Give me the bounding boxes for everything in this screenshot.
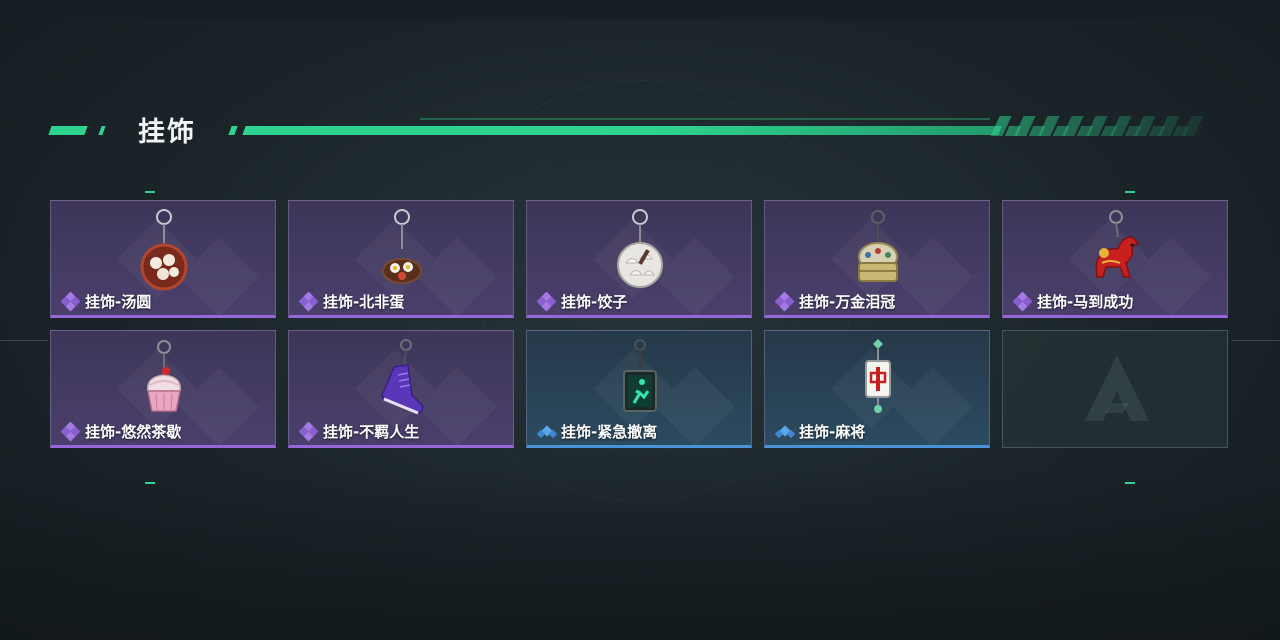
card-label: 挂饰-饺子: [537, 291, 627, 312]
background-shade: [0, 470, 1280, 640]
header-accent-tick: [98, 126, 106, 135]
charm-name: 挂饰-北非蛋: [323, 293, 405, 311]
charm-name: 挂饰-万金泪冠: [799, 293, 896, 311]
sneaker-charm-icon: [381, 339, 424, 415]
charm-name: 挂饰-饺子: [561, 293, 628, 311]
rarity-diamond-icon: [299, 291, 319, 311]
section-title: 挂饰: [138, 117, 196, 148]
dumpling-charm-icon: [617, 209, 663, 288]
left-guide-line: [0, 340, 48, 341]
charm-name: 挂饰-汤圆: [85, 293, 152, 311]
card-label: 挂饰-马到成功: [1013, 291, 1133, 312]
corner-tick: [145, 191, 155, 193]
card-label: 挂饰-汤圆: [61, 291, 151, 312]
rarity-diamond-icon: [61, 291, 81, 311]
header-checker-pattern: [992, 126, 1203, 136]
card-label: 挂饰-北非蛋: [299, 291, 404, 312]
corner-tick: [1125, 482, 1135, 484]
header-progress-bar: [242, 126, 1002, 135]
charm-card[interactable]: 挂饰-饺子: [526, 200, 752, 318]
card-label: 挂饰-不羁人生: [299, 421, 419, 442]
charm-card[interactable]: 挂饰-北非蛋: [288, 200, 514, 318]
rarity-diamond-icon: [537, 291, 557, 311]
exit-sign-charm-icon: [623, 339, 657, 412]
corner-tick: [145, 482, 155, 484]
charm-card[interactable]: 挂饰-马到成功: [1002, 200, 1228, 318]
card-label: 挂饰-麻将: [775, 421, 865, 442]
charm-card[interactable]: 挂饰-汤圆: [50, 200, 276, 318]
charm-grid: 挂饰-汤圆 挂饰-北非蛋 挂饰-饺子 挂饰-万金泪冠 挂饰-马到成功 挂饰-悠然…: [50, 200, 1230, 450]
top-band: [0, 0, 1280, 20]
section-header: 挂饰: [0, 110, 1280, 150]
header-thin-line: [420, 118, 990, 120]
charm-name: 挂饰-悠然茶歇: [85, 423, 182, 441]
right-guide-line: [1232, 340, 1280, 341]
corner-tick: [1125, 191, 1135, 193]
rarity-diamond-icon: [775, 424, 795, 438]
rarity-diamond-icon: [1013, 291, 1033, 311]
game-logo-icon: [1085, 355, 1149, 421]
cupcake-charm-icon: [147, 340, 181, 412]
charm-name: 挂饰-麻将: [799, 423, 866, 441]
card-label: 挂饰-紧急撤离: [537, 421, 657, 442]
header-accent-tick: [228, 126, 238, 135]
tangyuan-charm-icon: [140, 209, 188, 291]
rarity-diamond-icon: [537, 424, 557, 438]
charm-card[interactable]: 挂饰-悠然茶歇: [50, 330, 276, 448]
charm-name: 挂饰-不羁人生: [323, 423, 420, 441]
rarity-diamond-icon: [299, 421, 319, 441]
charm-card[interactable]: 挂饰-不羁人生: [288, 330, 514, 448]
crown-charm-icon: [858, 210, 898, 282]
header-accent-bar: [48, 126, 88, 135]
charm-name: 挂饰-紧急撤离: [561, 423, 658, 441]
empty-slot[interactable]: [1002, 330, 1228, 448]
rarity-diamond-icon: [775, 291, 795, 311]
horse-charm-icon: [1095, 210, 1140, 278]
rarity-diamond-icon: [61, 421, 81, 441]
card-label: 挂饰-悠然茶歇: [61, 421, 181, 442]
mahjong-charm-icon: [865, 339, 891, 413]
charm-card[interactable]: 挂饰-紧急撤离: [526, 330, 752, 448]
shakshuka-charm-icon: [382, 209, 422, 284]
charm-card[interactable]: 挂饰-万金泪冠: [764, 200, 990, 318]
charm-name: 挂饰-马到成功: [1037, 293, 1134, 311]
card-label: 挂饰-万金泪冠: [775, 291, 895, 312]
charm-card[interactable]: 挂饰-麻将: [764, 330, 990, 448]
